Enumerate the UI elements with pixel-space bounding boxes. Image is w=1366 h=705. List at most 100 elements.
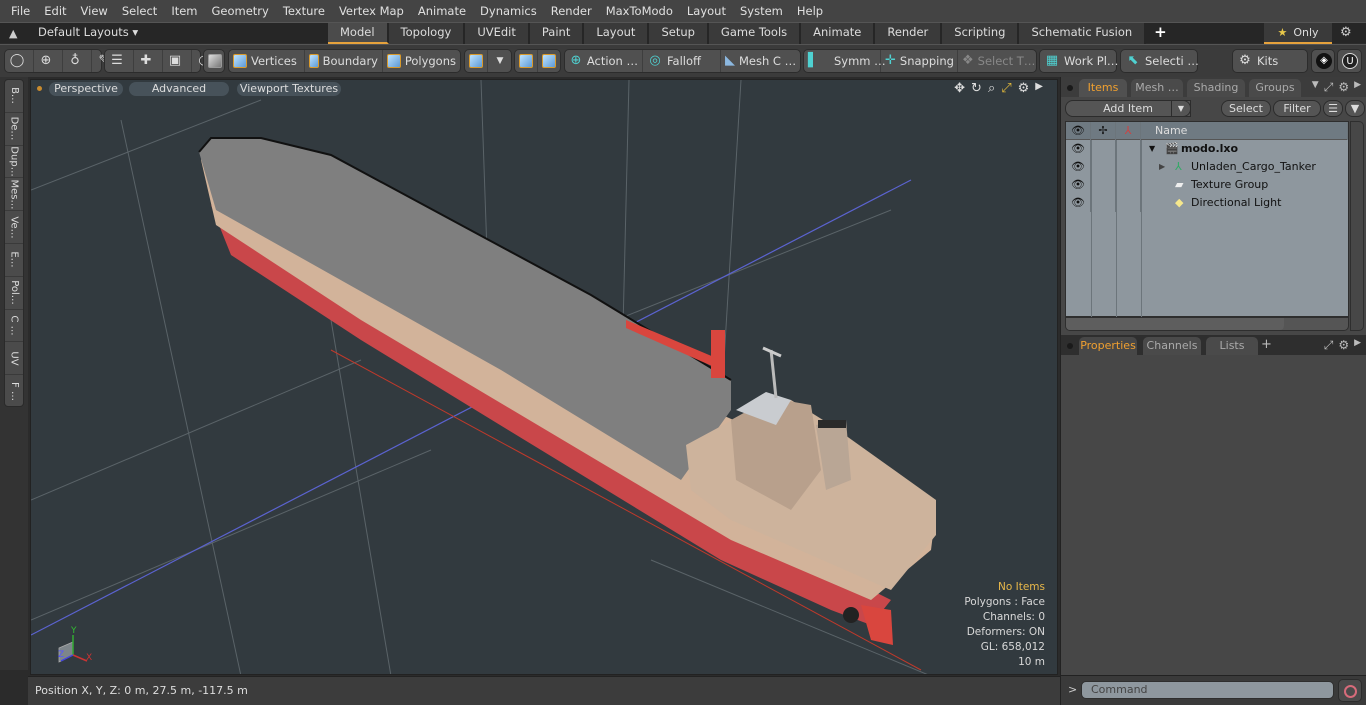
funnel-filter-icon[interactable]: ▼: [1345, 100, 1365, 117]
perspective-button[interactable]: Perspective: [49, 82, 123, 96]
viewport-status-dot[interactable]: [37, 86, 42, 91]
visibility-eye-icon[interactable]: 👁: [1066, 140, 1091, 158]
tree-row-texture-group[interactable]: 👁 ▰ Texture Group: [1066, 176, 1348, 194]
visibility-eye-icon[interactable]: 👁: [1066, 176, 1091, 194]
menu-file[interactable]: File: [4, 0, 37, 22]
tab-groups[interactable]: Groups: [1249, 79, 1301, 97]
square-circle-tool-icon[interactable]: ▣: [163, 50, 192, 72]
lock-header-icon[interactable]: ✢: [1091, 122, 1116, 140]
menu-vertex-map[interactable]: Vertex Map: [332, 0, 411, 22]
horizontal-scrollbar[interactable]: [1065, 317, 1349, 331]
action-center-cube-icon[interactable]: [515, 50, 538, 72]
tab-model[interactable]: Model: [328, 23, 389, 44]
polygons-button[interactable]: Polygons: [383, 50, 460, 72]
zoom-magnifier-icon[interactable]: ⌕: [988, 81, 995, 96]
material-dropdown-arrow[interactable]: ▼: [488, 50, 516, 72]
collapse-up-icon[interactable]: ▲: [9, 27, 17, 40]
rotate-icon[interactable]: ↻: [971, 81, 982, 96]
work-plane-button[interactable]: ▦ Work Pl…: [1040, 50, 1122, 72]
menu-maxtomodo[interactable]: MaxToModo: [599, 0, 680, 22]
panel-maximize-icon[interactable]: ⤢: [1324, 338, 1334, 353]
tab-schematic-fusion[interactable]: Schematic Fusion: [1019, 23, 1147, 44]
left-tab-mesh-edit[interactable]: Mes…: [5, 178, 23, 212]
add-tab-button[interactable]: +: [1146, 23, 1175, 44]
add-item-dropdown-icon[interactable]: ▼: [1171, 100, 1191, 117]
expand-down-icon[interactable]: ▼: [1149, 140, 1155, 158]
viewport-gear-icon[interactable]: ⚙: [1018, 81, 1030, 96]
tab-properties[interactable]: Properties: [1079, 337, 1137, 355]
3d-viewport[interactable]: Y X Z Perspective Advanced Viewport Text…: [30, 79, 1058, 675]
left-tab-basic[interactable]: B…: [5, 80, 23, 113]
menu-animate[interactable]: Animate: [411, 0, 473, 22]
left-tab-deform[interactable]: De…: [5, 113, 23, 146]
menu-layout[interactable]: Layout: [680, 0, 733, 22]
tab-channels[interactable]: Channels: [1143, 337, 1201, 355]
item-mode-cube-icon[interactable]: [204, 50, 226, 72]
advanced-button[interactable]: Advanced: [129, 82, 229, 96]
tab-topology[interactable]: Topology: [388, 23, 466, 44]
expand-right-icon[interactable]: ▶: [1159, 158, 1165, 176]
visibility-header-icon[interactable]: 👁: [1066, 122, 1091, 140]
tab-mesh[interactable]: Mesh …: [1131, 79, 1183, 97]
kits-button[interactable]: ⚙ Kits: [1233, 50, 1282, 72]
unreal-engine-icon[interactable]: U: [1338, 50, 1366, 72]
boundary-button[interactable]: Boundary: [305, 50, 383, 72]
panel-maximize-icon[interactable]: ⤢: [1324, 80, 1334, 95]
list-options-icon[interactable]: ☰: [1323, 100, 1343, 117]
tab-shading[interactable]: Shading: [1187, 79, 1245, 97]
sphere-tool-icon[interactable]: ⊕: [34, 50, 63, 72]
tab-paint[interactable]: Paint: [529, 23, 585, 44]
symmetry-button[interactable]: ▌ Symm …: [804, 50, 886, 72]
viewport-textures-button[interactable]: Viewport Textures: [237, 82, 341, 96]
mesh-constraint-button[interactable]: ◣ Mesh C …: [721, 50, 800, 72]
tab-scripting[interactable]: Scripting: [942, 23, 1020, 44]
select-button[interactable]: Select: [1221, 100, 1271, 117]
panel-dot-icon[interactable]: [1067, 343, 1073, 349]
gear-icon[interactable]: ⚙: [1340, 25, 1352, 40]
left-tab-curve[interactable]: C …: [5, 310, 23, 343]
select-through-button[interactable]: ❖ Select T…: [958, 50, 1036, 72]
snapping-button[interactable]: ✛ Snapping: [881, 50, 958, 72]
modo-cube-icon[interactable]: ◈: [1312, 50, 1340, 72]
tabs-dropdown-icon[interactable]: ▼: [1312, 80, 1319, 95]
left-tab-fusion[interactable]: F …: [5, 375, 23, 408]
pivot-cube-icon[interactable]: [538, 50, 560, 72]
menu-dynamics[interactable]: Dynamics: [473, 0, 544, 22]
menu-select[interactable]: Select: [115, 0, 164, 22]
pen-tool-icon[interactable]: ♁: [63, 50, 92, 72]
panel-expand-icon[interactable]: ▶: [1354, 338, 1361, 353]
menu-render[interactable]: Render: [544, 0, 599, 22]
menu-help[interactable]: Help: [790, 0, 830, 22]
visibility-eye-icon[interactable]: 👁: [1066, 194, 1091, 212]
menu-item[interactable]: Item: [164, 0, 204, 22]
locator-header-icon[interactable]: ⅄: [1116, 122, 1141, 140]
left-tab-polygon[interactable]: Pol…: [5, 277, 23, 310]
left-tab-vertex[interactable]: Ve…: [5, 211, 23, 244]
pan-icon[interactable]: ✥: [954, 81, 965, 96]
menu-geometry[interactable]: Geometry: [205, 0, 276, 22]
panel-gear-icon[interactable]: ⚙: [1338, 80, 1349, 95]
vertical-scrollbar[interactable]: [1350, 121, 1364, 331]
tab-uvedit[interactable]: UVEdit: [465, 23, 530, 44]
menu-system[interactable]: System: [733, 0, 790, 22]
selection-sets-button[interactable]: ⬉ Selecti …: [1121, 50, 1203, 72]
tab-setup[interactable]: Setup: [649, 23, 709, 44]
name-column-header[interactable]: Name: [1141, 122, 1348, 140]
menu-texture[interactable]: Texture: [276, 0, 332, 22]
default-layouts-dropdown[interactable]: Default Layouts ▾: [38, 25, 138, 39]
command-record-button[interactable]: [1338, 679, 1362, 702]
panel-expand-icon[interactable]: ▶: [1354, 80, 1361, 95]
tab-animate[interactable]: Animate: [801, 23, 876, 44]
panel-gear-icon[interactable]: ⚙: [1338, 338, 1349, 353]
add-panel-tab-button[interactable]: +: [1261, 337, 1272, 352]
cross-tool-icon[interactable]: ✚: [134, 50, 163, 72]
only-button[interactable]: ★ Only: [1264, 23, 1332, 44]
tree-row-scene[interactable]: 👁 ▼ 🎬 modo.lxo: [1066, 140, 1348, 158]
action-center-button[interactable]: ⊕ Action …: [565, 50, 643, 72]
menu-view[interactable]: View: [74, 0, 115, 22]
filter-button[interactable]: Filter: [1273, 100, 1321, 117]
menu-edit[interactable]: Edit: [37, 0, 73, 22]
maximize-icon[interactable]: ⤢: [1001, 81, 1011, 96]
left-tab-uv[interactable]: UV: [5, 342, 23, 376]
tab-items[interactable]: Items: [1079, 79, 1127, 97]
